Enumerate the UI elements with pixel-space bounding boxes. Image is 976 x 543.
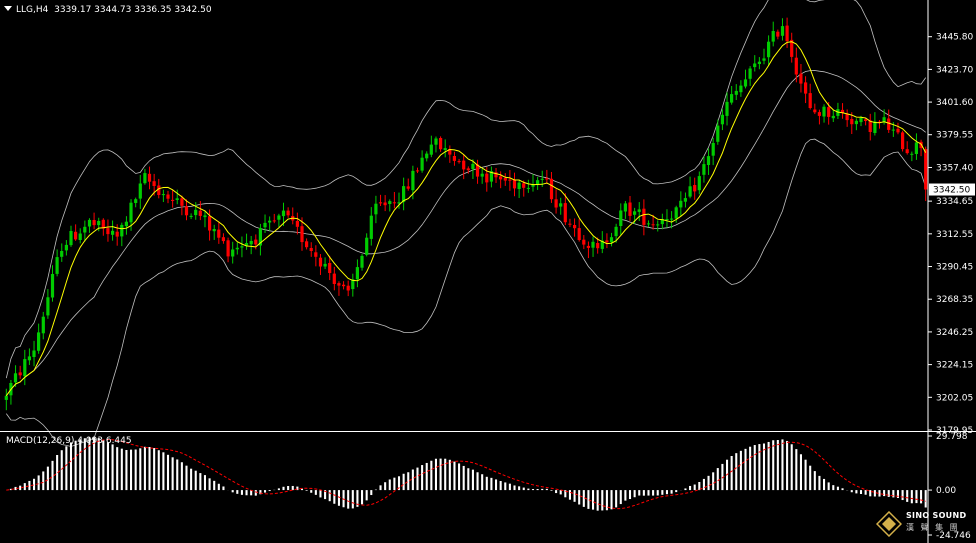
logo-emblem-icon: [876, 511, 902, 537]
current-price-label: 3342.50: [933, 186, 970, 196]
y-tick-label: 3312.55: [936, 230, 973, 240]
macd-label: MACD(12,26,9) 4.093 6.445: [6, 436, 132, 446]
macd-y-tick-label: 29.798: [936, 432, 968, 442]
y-tick-label: 3423.70: [936, 65, 973, 75]
chart-background: [0, 0, 976, 543]
y-tick-label: 3224.15: [936, 361, 973, 371]
y-tick-label: 3379.55: [936, 131, 973, 141]
y-tick-label: 3202.05: [936, 393, 973, 403]
y-tick-label: 3445.80: [936, 33, 973, 43]
logo-chinese: 漢 聲 集 團: [906, 523, 960, 532]
y-tick-label: 3334.65: [936, 197, 973, 207]
logo-name: SINO SOUND: [906, 511, 967, 520]
y-tick-label: 3290.45: [936, 263, 973, 273]
chart-canvas: 3445.80 3423.70 3401.60 3379.55 3357.40 3334.…: [0, 0, 976, 543]
y-tick-label: 3268.35: [936, 295, 973, 305]
chevron-down-icon[interactable]: [4, 6, 12, 11]
price-header[interactable]: LLG,H4 3339.17 3344.73 3336.35 3342.50: [4, 5, 212, 15]
macd-y-tick-label: 0.00: [936, 486, 956, 496]
y-tick-label: 3401.60: [936, 98, 973, 108]
candle: [901, 130, 905, 152]
macd-header: MACD(12,26,9) 4.093 6.445: [6, 436, 132, 446]
sino-sound-logo: SINO SOUND 漢 聲 集 團: [876, 509, 972, 539]
symbol-label: LLG,H4: [16, 5, 49, 15]
y-tick-label: 3357.40: [936, 163, 973, 173]
ohlc-values: 3339.17 3344.73 3336.35 3342.50: [54, 5, 212, 15]
y-tick-label: 3246.25: [936, 328, 973, 338]
